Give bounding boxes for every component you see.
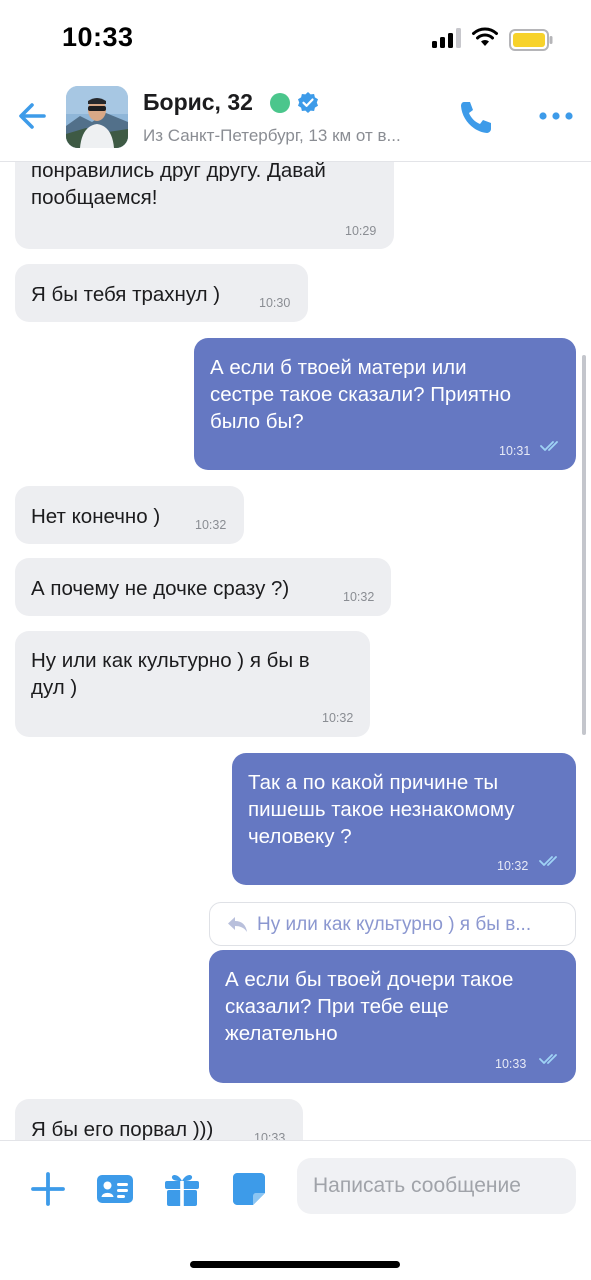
message-text-line: А если бы твоей дочери такое <box>225 968 514 991</box>
more-options-icon[interactable] <box>538 106 574 126</box>
contact-subtitle: Из Санкт-Петербург, 13 км от в... <box>143 126 401 145</box>
incoming-message[interactable]: А почему не дочке сразу ?) 10:32 <box>15 558 391 616</box>
read-receipt-icon <box>539 1054 557 1064</box>
message-text-line: пообщаемся! <box>31 186 158 209</box>
message-text-line: А почему не дочке сразу ?) <box>31 577 290 600</box>
home-indicator <box>190 1261 400 1268</box>
message-text-line: А если б твоей матери или <box>210 356 467 379</box>
message-time: 10:30 <box>259 296 291 310</box>
read-receipt-icon <box>539 856 557 866</box>
message-text-line: дул ) <box>31 676 78 699</box>
message-text-line: сказали? При тебе еще <box>225 995 449 1018</box>
message-time: 10:32 <box>343 590 375 604</box>
back-arrow-icon[interactable] <box>14 94 58 138</box>
outgoing-message[interactable]: А если б твоей матери или сестре такое с… <box>194 338 576 470</box>
chat-header: Борис, 32 Из Санкт-Петербург, 13 км от в… <box>0 80 591 162</box>
contact-name[interactable]: Борис, 32 <box>143 89 253 116</box>
verified-badge-icon <box>298 92 318 113</box>
sticker-icon[interactable] <box>229 1169 269 1209</box>
message-text-line: сестре такое сказали? Приятно <box>210 383 511 406</box>
message-text-line: Ну или как культурно ) я бы в <box>31 649 310 672</box>
message-time: 10:31 <box>499 444 531 458</box>
cellular-signal-icon <box>432 28 461 48</box>
reply-quote-text: Ну или как культурно ) я бы в... <box>257 914 532 935</box>
message-text-line: желательно <box>225 1022 338 1045</box>
gift-icon[interactable] <box>162 1169 202 1209</box>
message-time: 10:32 <box>322 711 354 725</box>
incoming-message[interactable]: Нет конечно ) 10:32 <box>15 486 244 544</box>
read-receipt-icon <box>540 441 558 451</box>
message-text-line: Я бы его порвал ))) <box>31 1118 214 1140</box>
message-time: 10:33 <box>254 1131 286 1140</box>
reply-arrow-icon <box>228 917 247 932</box>
message-composer <box>0 1140 591 1280</box>
incoming-message[interactable]: Я бы тебя трахнул ) 10:30 <box>15 264 308 322</box>
message-text-line: было бы? <box>210 410 304 433</box>
scrollbar[interactable] <box>582 355 586 735</box>
online-status-icon <box>270 93 290 113</box>
message-text-line: Так а по какой причине ты <box>248 771 499 794</box>
message-text-line: Нет конечно ) <box>31 505 161 528</box>
outgoing-message[interactable]: Так а по какой причине ты пишешь такое н… <box>232 753 576 885</box>
incoming-message[interactable]: понравились друг другу. Давай пообщаемся… <box>15 162 394 249</box>
wifi-icon <box>472 27 498 46</box>
message-input[interactable] <box>297 1158 576 1214</box>
avatar[interactable] <box>66 86 128 148</box>
message-time: 10:32 <box>497 859 529 873</box>
message-time: 10:32 <box>195 518 227 532</box>
message-time: 10:29 <box>345 224 377 238</box>
outgoing-message[interactable]: А если бы твоей дочери такое сказали? Пр… <box>209 950 576 1083</box>
message-text-line: пишешь такое незнакомому <box>248 798 515 821</box>
reply-quote[interactable]: Ну или как культурно ) я бы в... <box>209 902 576 946</box>
contact-card-icon[interactable] <box>95 1169 135 1209</box>
battery-icon <box>509 29 553 51</box>
message-list[interactable]: понравились друг другу. Давай пообщаемся… <box>0 162 591 1140</box>
incoming-message[interactable]: Я бы его порвал ))) 10:33 <box>15 1099 303 1140</box>
phone-icon[interactable] <box>456 97 496 137</box>
plus-icon[interactable] <box>28 1169 68 1209</box>
message-text-line: человеку ? <box>248 825 352 848</box>
message-text-line: Я бы тебя трахнул ) <box>31 283 221 306</box>
message-time: 10:33 <box>495 1057 527 1071</box>
status-bar: 10:33 <box>0 0 591 80</box>
message-text-line: понравились друг другу. Давай <box>31 162 326 182</box>
status-time: 10:33 <box>62 22 134 52</box>
incoming-message[interactable]: Ну или как культурно ) я бы в дул ) 10:3… <box>15 631 370 737</box>
